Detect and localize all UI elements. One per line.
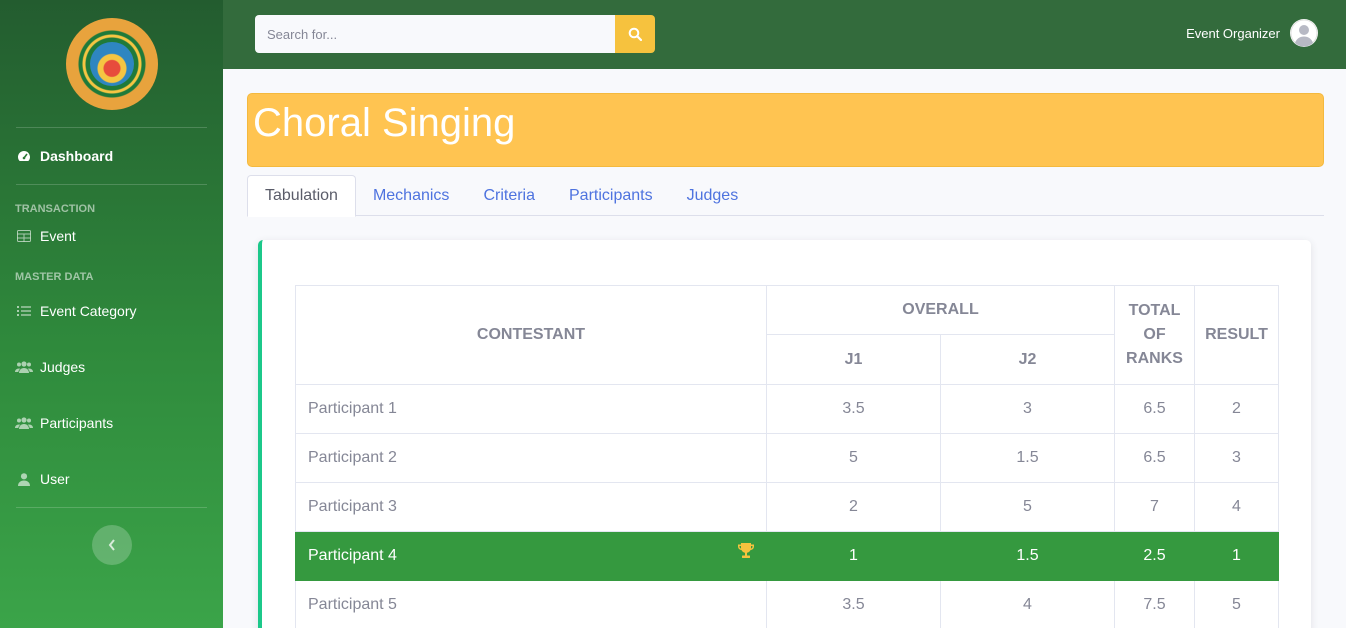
topbar: Event Organizer <box>223 0 1346 69</box>
judge-rank: 3 <box>940 384 1115 434</box>
page-title: Choral Singing <box>253 101 516 145</box>
result-rank: 1 <box>1194 531 1279 581</box>
table-icon <box>15 230 33 242</box>
judge-rank: 3.5 <box>766 384 941 434</box>
event-tabs: Tabulation Mechanics Criteria Participan… <box>247 175 1324 217</box>
column-header-contestant: CONTESTANT <box>295 285 767 385</box>
users-icon <box>15 417 33 429</box>
tab-participants[interactable]: Participants <box>552 175 670 216</box>
contestant-name: Participant 1 <box>295 384 767 434</box>
tab-tabulation[interactable]: Tabulation <box>247 175 356 217</box>
sidebar-toggle-wrap <box>0 508 223 565</box>
tabulation-card: CONTESTANT OVERALL TOTAL OF RANKS RESULT… <box>258 240 1311 628</box>
sidebar-item-user[interactable]: User <box>0 451 223 507</box>
total-of-ranks: 7 <box>1114 482 1195 532</box>
contestant-name: Participant 4 <box>308 547 397 564</box>
user-menu[interactable]: Event Organizer <box>1186 19 1318 47</box>
sidebar: Dashboard TRANSACTION Event MASTER DATA … <box>0 0 223 628</box>
tab-mechanics[interactable]: Mechanics <box>356 175 466 216</box>
judge-rank: 5 <box>766 433 941 483</box>
sidebar-item-label: Event Category <box>40 303 137 319</box>
total-of-ranks: 2.5 <box>1114 531 1195 581</box>
user-icon <box>15 472 33 486</box>
event-title-banner: Choral Singing <box>247 93 1324 167</box>
search-form <box>255 15 655 53</box>
trophy-icon <box>737 543 755 564</box>
section-heading-transaction: TRANSACTION <box>15 203 96 215</box>
result-rank: 2 <box>1194 384 1279 434</box>
search-button[interactable] <box>615 15 655 53</box>
table-row: Participant 3 2 5 7 4 <box>295 482 1279 532</box>
sidebar-item-event[interactable]: Event <box>0 215 223 257</box>
user-avatar-icon <box>1290 19 1318 47</box>
users-icon <box>15 361 33 373</box>
column-header-total-of-ranks: TOTAL OF RANKS <box>1114 285 1195 385</box>
column-header-result: RESULT <box>1194 285 1279 385</box>
sidebar-item-label: Participants <box>40 415 114 431</box>
tab-judges[interactable]: Judges <box>670 175 756 216</box>
judge-rank: 1.5 <box>940 531 1115 581</box>
total-of-ranks: 6.5 <box>1114 384 1195 434</box>
table-row: Participant 2 5 1.5 6.5 3 <box>295 433 1279 483</box>
judge-rank: 2 <box>766 482 941 532</box>
total-of-ranks: 7.5 <box>1114 580 1195 628</box>
contestant-name-cell: Participant 4 <box>295 531 767 581</box>
tachometer-icon <box>15 150 33 162</box>
search-input[interactable] <box>255 15 615 53</box>
avatar[interactable] <box>1290 19 1318 47</box>
chevron-left-icon <box>108 539 115 551</box>
sidebar-item-judges[interactable]: Judges <box>0 339 223 395</box>
judge-rank: 3.5 <box>766 580 941 628</box>
table-row: Participant 1 3.5 3 6.5 2 <box>295 384 1279 434</box>
user-name: Event Organizer <box>1186 25 1280 41</box>
sidebar-item-label: User <box>40 471 70 487</box>
result-rank: 3 <box>1194 433 1279 483</box>
result-rank: 5 <box>1194 580 1279 628</box>
total-of-ranks: 6.5 <box>1114 433 1195 483</box>
sidebar-item-participants[interactable]: Participants <box>0 395 223 451</box>
column-header-judge: J2 <box>940 334 1115 385</box>
app-logo <box>65 17 158 110</box>
judge-rank: 4 <box>940 580 1115 628</box>
sidebar-item-label: Judges <box>40 359 86 375</box>
contestant-name: Participant 3 <box>295 482 767 532</box>
judge-rank: 1.5 <box>940 433 1115 483</box>
sidebar-item-label: Event <box>40 228 76 244</box>
search-icon <box>628 27 642 41</box>
sidebar-toggle-button[interactable] <box>91 525 132 565</box>
sidebar-item-label: Dashboard <box>40 148 114 164</box>
sidebar-item-dashboard[interactable]: Dashboard <box>0 128 223 184</box>
table-row-winner: Participant 4 1 1.5 2.5 1 <box>295 531 1279 581</box>
contestant-name: Participant 5 <box>295 580 767 628</box>
list-icon <box>15 305 33 317</box>
column-header-overall: OVERALL <box>766 285 1115 335</box>
judge-rank: 1 <box>766 531 941 581</box>
table-row: Participant 5 3.5 4 7.5 5 <box>295 580 1279 628</box>
sidebar-item-event-category[interactable]: Event Category <box>0 283 223 339</box>
judge-rank: 5 <box>940 482 1115 532</box>
column-header-judge: J1 <box>766 334 941 385</box>
tab-criteria[interactable]: Criteria <box>466 175 552 216</box>
section-heading-master-data: MASTER DATA <box>15 271 94 283</box>
contestant-name: Participant 2 <box>295 433 767 483</box>
result-rank: 4 <box>1194 482 1279 532</box>
logo-emblem <box>89 41 134 86</box>
tabulation-table: CONTESTANT OVERALL TOTAL OF RANKS RESULT… <box>295 285 1279 628</box>
brand[interactable] <box>0 0 223 127</box>
